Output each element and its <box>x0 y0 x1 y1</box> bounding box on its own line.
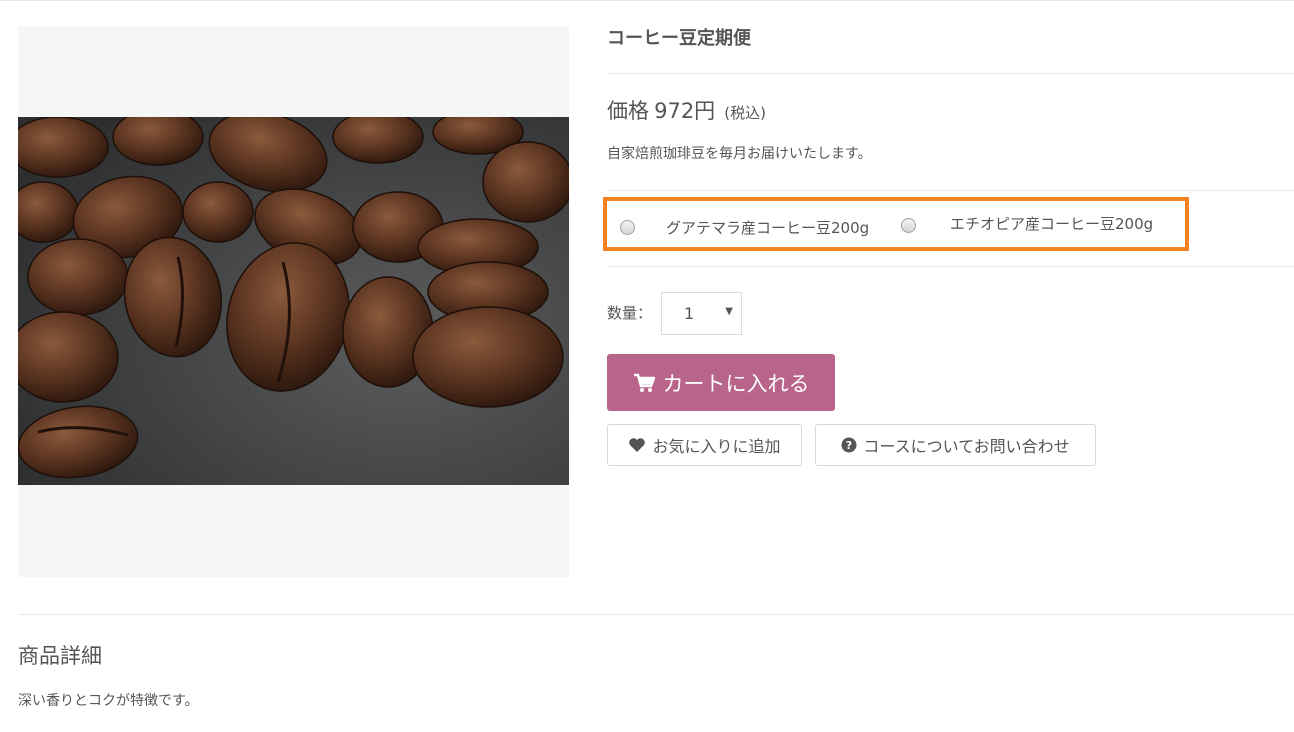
product-photo <box>18 117 569 485</box>
cart-icon <box>633 373 655 393</box>
add-to-favorites-label[interactable]: お気に入りに追加 <box>652 433 780 457</box>
add-to-favorites-button[interactable]: お気に入りに追加 <box>607 424 802 466</box>
details-heading: 商品詳細 <box>18 644 102 668</box>
options-bottom-divider <box>607 266 1294 267</box>
price-value: 972円 <box>654 99 716 123</box>
option-ethiopia-label[interactable]: エチオピア産コーヒー豆200g <box>950 213 1153 234</box>
price-row: 価格 972円 (税込) <box>607 95 766 125</box>
title-divider <box>607 73 1294 74</box>
product-image-panel <box>18 26 569 577</box>
option-guatemala-label[interactable]: グアテマラ産コーヒー豆200g <box>666 217 869 238</box>
product-title: コーヒー豆定期便 <box>607 28 751 49</box>
add-to-cart-button[interactable]: カートに入れる <box>607 354 835 411</box>
add-to-cart-label[interactable]: カートに入れる <box>663 368 810 398</box>
options-top-divider <box>607 190 1294 191</box>
option-guatemala[interactable]: グアテマラ産コーヒー豆200g <box>620 217 869 238</box>
heart-icon <box>628 437 646 453</box>
option-ethiopia[interactable]: エチオピア産コーヒー豆200g <box>901 213 1153 234</box>
option-ethiopia-radio[interactable] <box>901 218 916 233</box>
course-inquiry-button[interactable]: ? コースについてお問い合わせ <box>815 424 1096 466</box>
quantity-label: 数量： <box>607 304 653 322</box>
coffee-beans-image <box>18 117 569 485</box>
svg-text:?: ? <box>846 439 852 452</box>
chevron-down-icon[interactable]: ▼ <box>725 306 733 317</box>
option-guatemala-radio[interactable] <box>620 220 635 235</box>
details-text: 深い香りとコクが特徴です。 <box>18 693 199 709</box>
quantity-select[interactable]: 1 ▼ <box>661 292 742 335</box>
option-group-highlight: グアテマラ産コーヒー豆200g エチオピア産コーヒー豆200g <box>603 197 1189 251</box>
question-circle-icon: ? <box>841 437 857 453</box>
top-divider <box>0 0 1294 1</box>
details-divider <box>18 614 1294 615</box>
product-description: 自家焙煎珈琲豆を毎月お届けいたします。 <box>607 146 872 162</box>
quantity-value[interactable]: 1 <box>684 304 694 323</box>
product-page: コーヒー豆定期便 価格 972円 (税込) 自家焙煎珈琲豆を毎月お届けいたします… <box>0 0 1294 732</box>
course-inquiry-label[interactable]: コースについてお問い合わせ <box>863 433 1069 457</box>
price-tax-note: (税込) <box>724 104 766 122</box>
price-label: 価格 <box>607 99 649 123</box>
